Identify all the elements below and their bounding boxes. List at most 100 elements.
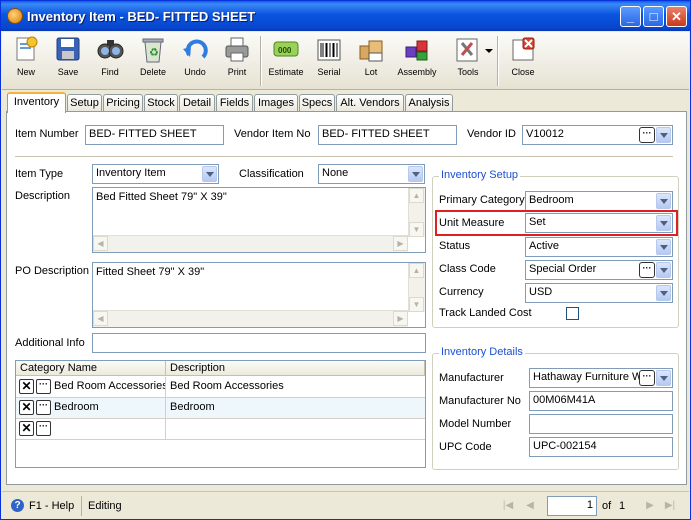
table-row[interactable]: ✕ ··· bbox=[16, 419, 425, 440]
primary-category-combo[interactable]: Bedroom bbox=[525, 191, 673, 211]
tab-setup[interactable]: Setup bbox=[67, 94, 102, 112]
vendor-id-combo[interactable]: V10012 ··· bbox=[522, 125, 673, 145]
item-number-field[interactable]: BED- FITTED SHEET bbox=[85, 125, 224, 145]
tab-fields[interactable]: Fields bbox=[216, 94, 253, 112]
scroll-up-icon[interactable]: ▲ bbox=[409, 188, 424, 203]
scroll-right-icon[interactable]: ▶ bbox=[393, 236, 408, 251]
unit-measure-combo[interactable]: Set bbox=[525, 213, 673, 233]
scroll-down-icon[interactable]: ▼ bbox=[409, 297, 424, 312]
upc-code-field[interactable]: UPC-002154 bbox=[529, 437, 673, 457]
category-name-cell[interactable]: Bed Room Accessories bbox=[52, 377, 166, 397]
minimize-button[interactable]: _ bbox=[620, 6, 641, 27]
item-number-label: Item Number bbox=[15, 128, 79, 140]
chevron-down-icon[interactable] bbox=[656, 215, 671, 231]
grid-header-description[interactable]: Description bbox=[166, 361, 425, 376]
barcode-icon bbox=[315, 35, 343, 65]
category-description-cell[interactable] bbox=[168, 419, 423, 439]
tab-detail[interactable]: Detail bbox=[179, 94, 215, 112]
row-lookup-button[interactable]: ··· bbox=[36, 400, 51, 415]
tools-button[interactable]: Tools bbox=[445, 35, 493, 87]
vendor-id-value: V10012 bbox=[526, 128, 564, 140]
first-record-icon[interactable]: |◀ bbox=[501, 499, 515, 513]
title-bar: Inventory Item - BED- FITTED SHEET _ □ ✕ bbox=[1, 1, 690, 31]
vertical-scrollbar[interactable]: ▲ ▼ bbox=[408, 263, 425, 312]
serial-button[interactable]: Serial bbox=[310, 35, 348, 87]
assembly-button[interactable]: Assembly bbox=[395, 35, 439, 87]
vendor-id-lookup-button[interactable]: ··· bbox=[639, 127, 655, 143]
help-label[interactable]: F1 - Help bbox=[29, 500, 74, 512]
manufacturer-combo[interactable]: Hathaway Furniture W ··· bbox=[529, 368, 673, 388]
delete-row-icon[interactable]: ✕ bbox=[19, 400, 34, 415]
mode-label: Editing bbox=[88, 500, 122, 512]
classification-combo[interactable]: None bbox=[318, 164, 425, 184]
tab-alt-vendors[interactable]: Alt. Vendors bbox=[336, 94, 404, 112]
help-icon[interactable]: ? bbox=[11, 499, 24, 512]
table-row[interactable]: ✕ ··· Bedroom Bedroom bbox=[16, 398, 425, 419]
scroll-right-icon[interactable]: ▶ bbox=[393, 311, 408, 326]
find-button[interactable]: Find bbox=[92, 35, 128, 87]
horizontal-scrollbar[interactable]: ◀ ▶ bbox=[93, 235, 408, 252]
scroll-down-icon[interactable]: ▼ bbox=[409, 222, 424, 237]
last-record-icon[interactable]: ▶| bbox=[663, 499, 677, 513]
track-landed-cost-checkbox[interactable] bbox=[566, 307, 579, 320]
previous-record-icon[interactable]: ◀ bbox=[523, 499, 537, 513]
new-button[interactable]: New bbox=[8, 35, 44, 87]
next-record-icon[interactable]: ▶ bbox=[643, 499, 657, 513]
status-combo[interactable]: Active bbox=[525, 237, 673, 257]
model-number-field[interactable] bbox=[529, 414, 673, 434]
total-pages-label: 1 bbox=[619, 500, 626, 512]
tab-stock[interactable]: Stock bbox=[144, 94, 178, 112]
close-window-button[interactable]: ✕ bbox=[666, 6, 687, 27]
delete-row-icon[interactable]: ✕ bbox=[19, 421, 34, 436]
close-form-icon bbox=[509, 35, 537, 65]
row-lookup-button[interactable]: ··· bbox=[36, 379, 51, 394]
chevron-down-icon[interactable] bbox=[408, 166, 423, 182]
lot-button[interactable]: Lot bbox=[353, 35, 389, 87]
estimate-button[interactable]: 000 Estimate bbox=[266, 35, 306, 87]
chevron-down-icon[interactable] bbox=[656, 127, 671, 143]
tab-specs[interactable]: Specs bbox=[299, 94, 335, 112]
chevron-down-icon[interactable] bbox=[656, 239, 671, 255]
chevron-down-icon[interactable] bbox=[656, 370, 671, 386]
manufacturer-no-field[interactable]: 00M06M41A bbox=[529, 391, 673, 411]
undo-button[interactable]: Undo bbox=[177, 35, 213, 87]
close-button[interactable]: Close bbox=[504, 35, 542, 87]
class-code-lookup-button[interactable]: ··· bbox=[639, 262, 655, 278]
additional-info-field[interactable] bbox=[92, 333, 426, 353]
tools-dropdown-icon[interactable] bbox=[485, 49, 493, 53]
category-name-cell[interactable] bbox=[52, 419, 166, 439]
category-description-cell[interactable]: Bedroom bbox=[168, 398, 423, 418]
table-row[interactable]: ✕ ··· Bed Room Accessories Bed Room Acce… bbox=[16, 377, 425, 398]
delete-row-icon[interactable]: ✕ bbox=[19, 379, 34, 394]
maximize-button[interactable]: □ bbox=[643, 6, 664, 27]
chevron-down-icon[interactable] bbox=[656, 285, 671, 301]
grid-header-category[interactable]: Category Name bbox=[16, 361, 166, 376]
tab-images[interactable]: Images bbox=[254, 94, 298, 112]
inventory-setup-group: Inventory Setup Primary Category Bedroom… bbox=[432, 169, 679, 328]
manufacturer-lookup-button[interactable]: ··· bbox=[639, 370, 655, 386]
horizontal-scrollbar[interactable]: ◀ ▶ bbox=[93, 310, 408, 327]
tab-inventory[interactable]: Inventory bbox=[7, 92, 66, 113]
vendor-item-no-field[interactable]: BED- FITTED SHEET bbox=[318, 125, 457, 145]
category-description-cell[interactable]: Bed Room Accessories bbox=[168, 377, 423, 397]
currency-combo[interactable]: USD bbox=[525, 283, 673, 303]
scroll-left-icon[interactable]: ◀ bbox=[93, 311, 108, 326]
vertical-scrollbar[interactable]: ▲ ▼ bbox=[408, 188, 425, 237]
chevron-down-icon[interactable] bbox=[202, 166, 217, 182]
scroll-left-icon[interactable]: ◀ bbox=[93, 236, 108, 251]
save-button[interactable]: Save bbox=[50, 35, 86, 87]
page-number-input[interactable]: 1 bbox=[547, 496, 597, 516]
delete-button[interactable]: ♻ Delete bbox=[134, 35, 172, 87]
row-lookup-button[interactable]: ··· bbox=[36, 421, 51, 436]
po-description-textarea[interactable]: Fitted Sheet 79" X 39" ▲ ▼ ◀ ▶ bbox=[92, 262, 426, 328]
print-button[interactable]: Print bbox=[219, 35, 255, 87]
category-name-cell[interactable]: Bedroom bbox=[52, 398, 166, 418]
tab-analysis[interactable]: Analysis bbox=[405, 94, 453, 112]
chevron-down-icon[interactable] bbox=[656, 193, 671, 209]
item-type-combo[interactable]: Inventory Item bbox=[92, 164, 219, 184]
class-code-combo[interactable]: Special Order ··· bbox=[525, 260, 673, 280]
scroll-up-icon[interactable]: ▲ bbox=[409, 263, 424, 278]
description-textarea[interactable]: Bed Fitted Sheet 79" X 39" ▲ ▼ ◀ ▶ bbox=[92, 187, 426, 253]
tab-pricing[interactable]: Pricing bbox=[103, 94, 143, 112]
chevron-down-icon[interactable] bbox=[656, 262, 671, 278]
